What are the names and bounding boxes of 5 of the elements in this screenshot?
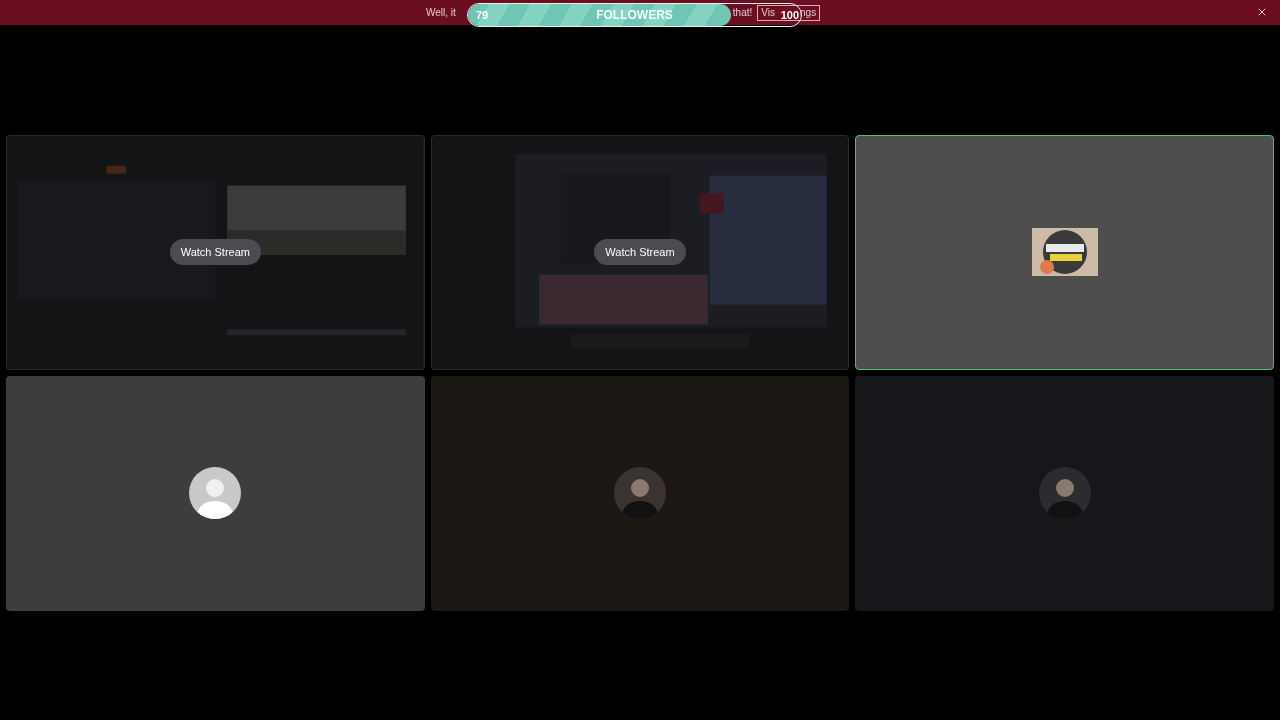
goal-target: 100 <box>780 9 799 21</box>
notice-text: Well, it <box>426 7 456 18</box>
goal-current: 79 <box>476 9 489 21</box>
goal-label: FOLLOWERS <box>596 8 673 22</box>
notice-text: that! <box>732 7 753 18</box>
